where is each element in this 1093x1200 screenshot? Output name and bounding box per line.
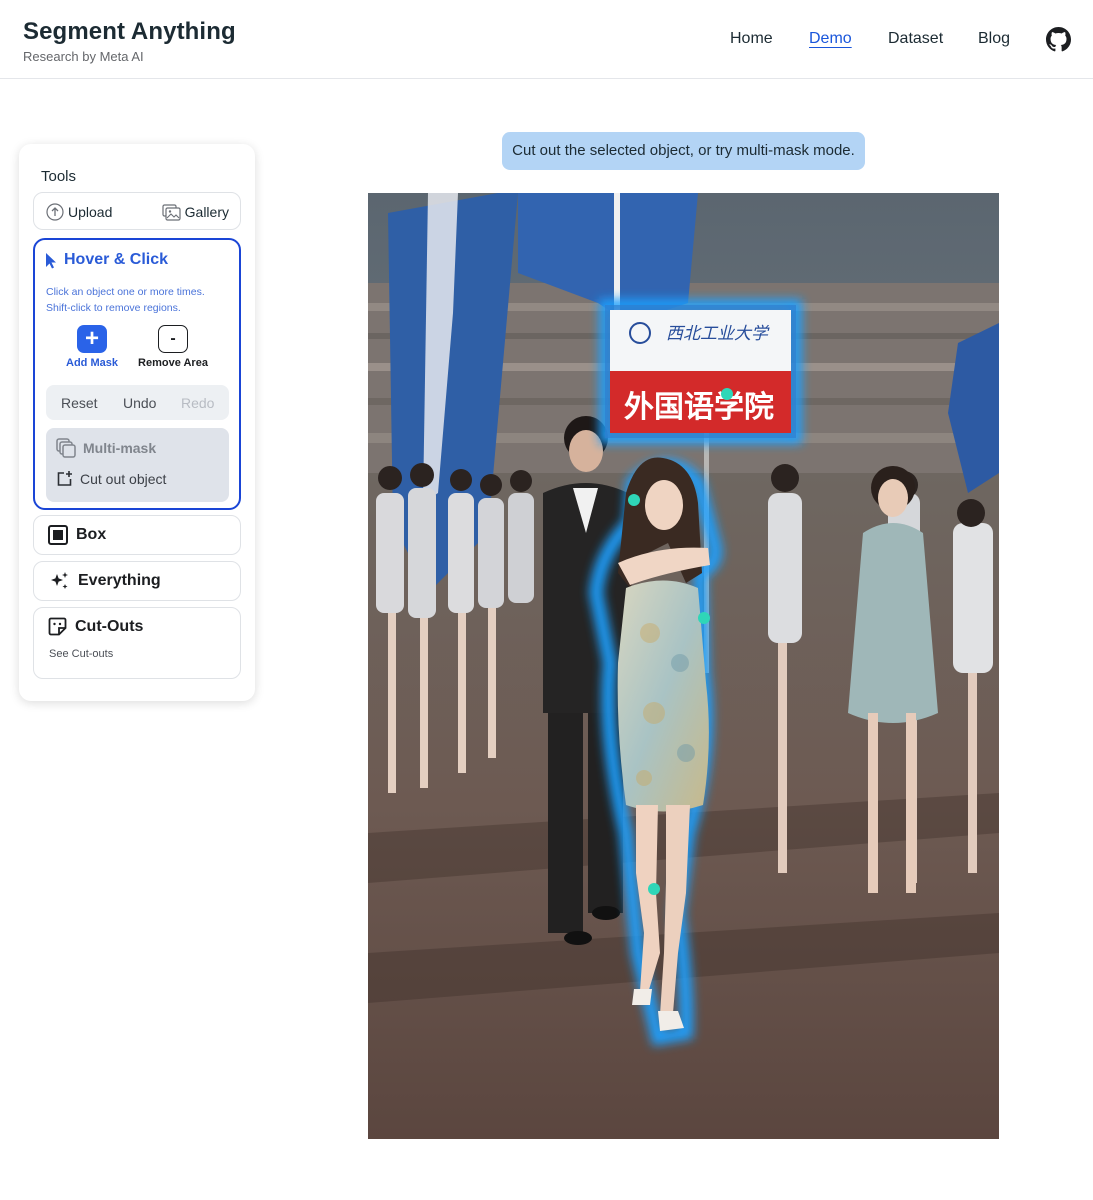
hover-click-title: Hover & Click bbox=[64, 251, 169, 268]
hover-click-desc-line2: Shift-click to remove regions. bbox=[46, 302, 181, 314]
tools-label: Tools bbox=[41, 168, 77, 185]
hover-click-title-row[interactable]: Hover & Click bbox=[45, 251, 168, 269]
nav-home[interactable]: Home bbox=[730, 30, 773, 48]
upload-label: Upload bbox=[68, 204, 113, 220]
cut-outs-label: Cut-Outs bbox=[75, 617, 144, 635]
hover-click-tool[interactable]: Hover & Click Click an object one or mor… bbox=[33, 238, 241, 510]
cut-out-object-button[interactable]: Cut out object bbox=[56, 470, 166, 487]
gallery-button[interactable]: Gallery bbox=[162, 202, 229, 222]
tools-panel: Tools Upload Gallery Hover & Click Click… bbox=[19, 144, 255, 701]
add-mask-label: Add Mask bbox=[66, 357, 118, 369]
box-title-row: Box bbox=[48, 525, 106, 545]
undo-button[interactable]: Undo bbox=[123, 395, 156, 411]
click-point[interactable] bbox=[648, 883, 660, 895]
gallery-label: Gallery bbox=[184, 204, 229, 220]
segmentation-image[interactable]: 西北工业大学 外国语学院 bbox=[368, 193, 999, 1139]
box-tool[interactable]: Box bbox=[33, 515, 241, 555]
image-canvas[interactable]: 西北工业大学 外国语学院 bbox=[368, 193, 999, 1139]
instruction-hint: Cut out the selected object, or try mult… bbox=[502, 132, 865, 170]
upload-icon bbox=[46, 203, 64, 221]
plus-icon: + bbox=[77, 325, 107, 353]
top-header: Segment Anything Research by Meta AI Hom… bbox=[0, 0, 1093, 79]
everything-title-row: Everything bbox=[48, 571, 161, 591]
gallery-icon bbox=[162, 204, 181, 221]
github-icon[interactable] bbox=[1046, 27, 1071, 52]
box-icon bbox=[48, 525, 68, 545]
click-point[interactable] bbox=[698, 612, 710, 624]
nav-demo[interactable]: Demo bbox=[809, 30, 852, 48]
sign-main-text: 外国语学院 bbox=[624, 390, 774, 425]
multi-mask-label: Multi-mask bbox=[83, 440, 157, 456]
upload-button[interactable]: Upload bbox=[46, 202, 112, 222]
cut-outs-tool[interactable]: Cut-Outs See Cut-outs bbox=[33, 607, 241, 679]
hover-click-description: Click an object one or more times. Shift… bbox=[46, 284, 236, 316]
multi-mask-toggle[interactable]: Multi-mask bbox=[56, 438, 156, 458]
click-point[interactable] bbox=[721, 388, 733, 400]
sparkles-icon bbox=[51, 572, 68, 589]
reset-button[interactable]: Reset bbox=[61, 395, 98, 411]
main-nav: Home Demo Dataset Blog bbox=[0, 30, 1093, 50]
add-mask-button[interactable]: + Add Mask bbox=[52, 325, 132, 369]
flag-pole bbox=[614, 193, 620, 313]
multi-mask-box: Multi-mask Cut out object bbox=[46, 428, 229, 502]
multi-mask-icon bbox=[56, 438, 76, 458]
remove-area-label: Remove Area bbox=[138, 357, 208, 369]
brand-subtitle: Research by Meta AI bbox=[23, 49, 144, 64]
cursor-arrow-icon bbox=[46, 252, 56, 268]
upload-gallery-bar: Upload Gallery bbox=[33, 192, 241, 230]
click-point[interactable] bbox=[628, 494, 640, 506]
redo-button[interactable]: Redo bbox=[181, 395, 214, 411]
sticker-icon bbox=[48, 617, 67, 636]
nav-dataset[interactable]: Dataset bbox=[888, 30, 943, 48]
box-label: Box bbox=[76, 526, 107, 543]
reset-undo-redo-bar: Reset Undo Redo bbox=[46, 385, 229, 420]
minus-icon: - bbox=[158, 325, 188, 353]
cut-out-label: Cut out object bbox=[80, 470, 167, 487]
see-cut-outs-link[interactable]: See Cut-outs bbox=[49, 648, 113, 660]
remove-area-button[interactable]: - Remove Area bbox=[133, 325, 213, 369]
sign-board: 西北工业大学 外国语学院 bbox=[605, 305, 796, 438]
everything-tool[interactable]: Everything bbox=[33, 561, 241, 601]
sign-header-text: 西北工业大学 bbox=[666, 324, 770, 344]
nav-blog[interactable]: Blog bbox=[978, 30, 1010, 48]
cut-out-icon bbox=[57, 471, 72, 486]
hover-click-desc-line1: Click an object one or more times. bbox=[46, 286, 205, 298]
cut-outs-title-row: Cut-Outs bbox=[48, 617, 143, 636]
everything-label: Everything bbox=[78, 572, 161, 589]
